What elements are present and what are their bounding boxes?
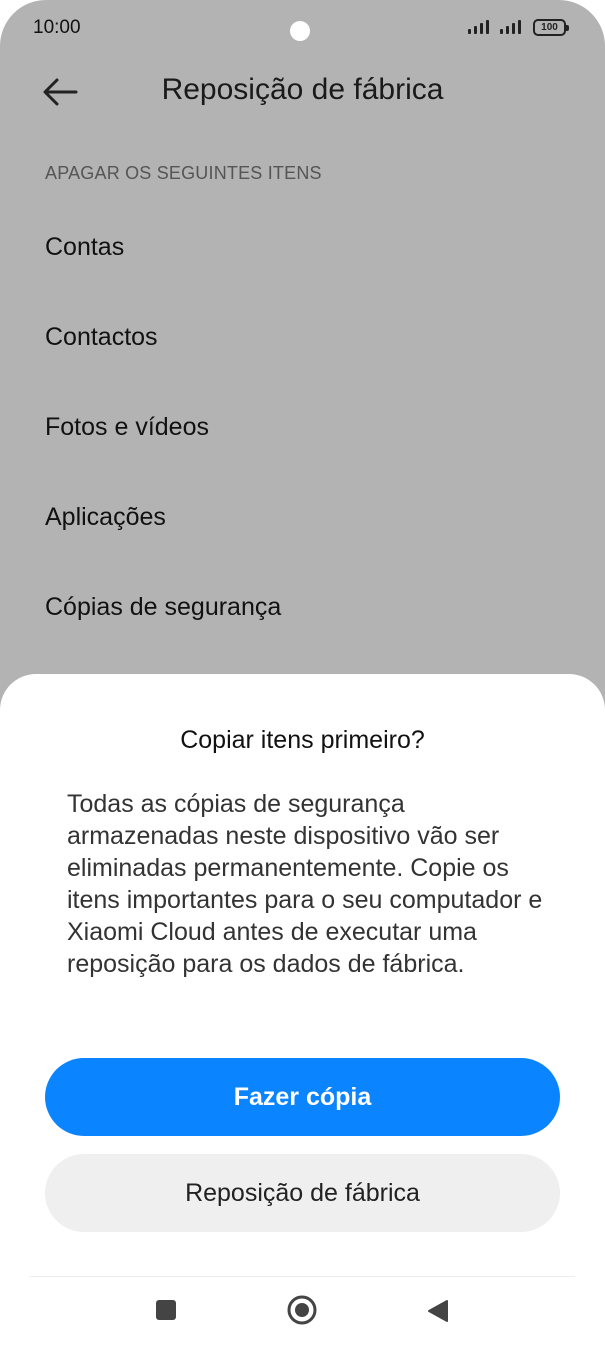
page-title: Reposição de fábrica <box>161 73 444 106</box>
divider <box>30 1276 575 1277</box>
signal-icon <box>500 18 527 34</box>
dialog-message: Todas as cópias de segurança armazenadas… <box>67 790 543 978</box>
backup-button[interactable]: Fazer cópia <box>45 1058 560 1136</box>
list-item-photos-videos: Fotos e vídeos <box>45 413 209 441</box>
status-bar: 10:00 100 <box>0 0 605 58</box>
section-label: APAGAR OS SEGUINTES ITENS <box>45 163 322 183</box>
home-circle-icon[interactable] <box>287 1295 317 1325</box>
navigation-bar <box>0 1294 605 1334</box>
battery-icon: 100 <box>533 19 569 36</box>
back-triangle-icon[interactable] <box>427 1299 449 1323</box>
front-camera <box>290 21 310 41</box>
dialog-title: Copiar itens primeiro? <box>180 726 425 754</box>
recents-square-icon[interactable] <box>156 1300 176 1320</box>
bottom-sheet-dialog: Copiar itens primeiro? Todas as cópias d… <box>0 674 605 1346</box>
device-frame: 10:00 100 Reposição de fábrica APAGAR OS… <box>0 0 605 1346</box>
list-item-accounts: Contas <box>45 233 125 261</box>
list-item-apps: Aplicações <box>45 503 166 531</box>
factory-reset-button[interactable]: Reposição de fábrica <box>45 1154 560 1232</box>
list-item-contacts: Contactos <box>45 323 158 351</box>
signal-icon <box>468 18 495 34</box>
list-item-backups: Cópias de segurança <box>45 593 282 621</box>
status-time: 10:00 <box>33 17 81 38</box>
